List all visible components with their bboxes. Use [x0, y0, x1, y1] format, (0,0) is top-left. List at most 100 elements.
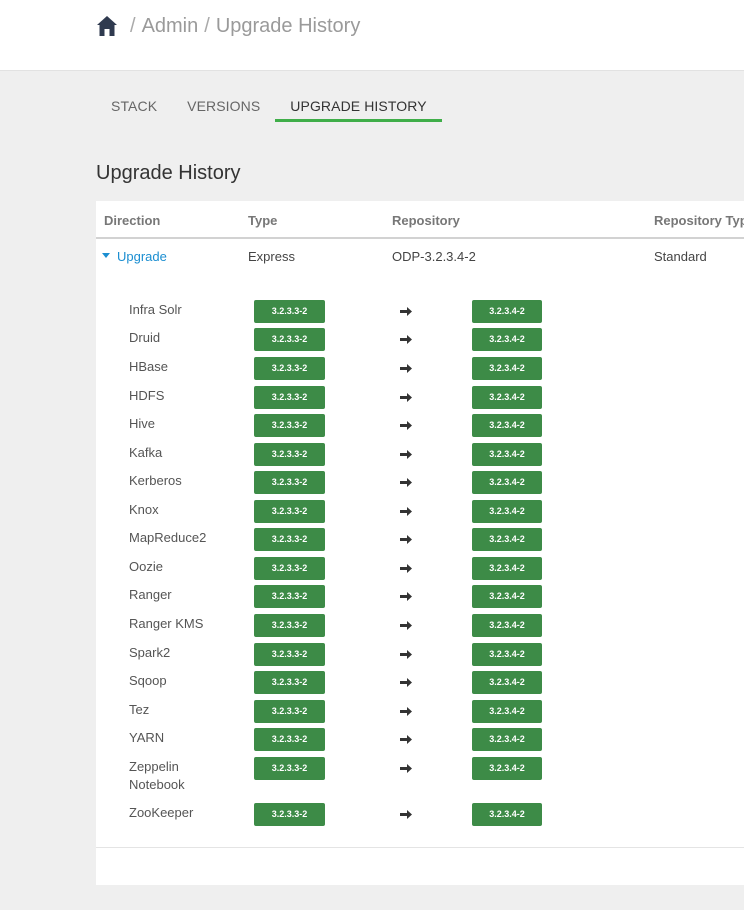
service-name: Sqoop — [129, 673, 167, 688]
to-version-badge: 3.2.3.4-2 — [472, 443, 542, 466]
arrow-right-icon — [400, 335, 412, 344]
from-version-badge: 3.2.3.3-2 — [254, 500, 325, 523]
service-name: Oozie — [129, 559, 163, 574]
from-version-badge: 3.2.3.3-2 — [254, 443, 325, 466]
list-item: Infra Solr 3.2.3.3-2 3.2.3.4-2 — [96, 300, 744, 324]
list-item: Kerberos 3.2.3.3-2 3.2.3.4-2 — [96, 471, 744, 495]
header-direction: Direction — [104, 213, 161, 228]
from-version-badge: 3.2.3.3-2 — [254, 300, 325, 323]
arrow-right-icon — [400, 735, 412, 744]
to-version-badge: 3.2.3.4-2 — [472, 614, 542, 637]
service-name: Kerberos — [129, 473, 182, 488]
arrow-right-icon — [400, 592, 412, 601]
list-item: Kafka 3.2.3.3-2 3.2.3.4-2 — [96, 443, 744, 467]
table-header: Direction Type Repository Repository Typ… — [96, 201, 744, 239]
list-item: Knox 3.2.3.3-2 3.2.3.4-2 — [96, 500, 744, 524]
from-version-badge: 3.2.3.3-2 — [254, 614, 325, 637]
header-repository: Repository — [392, 213, 460, 228]
to-version-badge: 3.2.3.4-2 — [472, 671, 542, 694]
service-name: ZooKeeper — [129, 805, 194, 820]
service-name: HDFS — [129, 388, 165, 403]
divider — [96, 847, 744, 848]
from-version-badge: 3.2.3.3-2 — [254, 414, 325, 437]
service-name: MapReduce2 — [129, 530, 207, 545]
list-item: HBase 3.2.3.3-2 3.2.3.4-2 — [96, 357, 744, 381]
to-version-badge: 3.2.3.4-2 — [472, 386, 542, 409]
service-name: Infra Solr — [129, 302, 182, 317]
list-item: MapReduce2 3.2.3.3-2 3.2.3.4-2 — [96, 528, 744, 552]
from-version-badge: 3.2.3.3-2 — [254, 328, 325, 351]
list-item: ZooKeeper 3.2.3.3-2 3.2.3.4-2 — [96, 803, 744, 827]
to-version-badge: 3.2.3.4-2 — [472, 300, 542, 323]
header-type: Type — [248, 213, 278, 228]
breadcrumb: / Admin / Upgrade History — [96, 12, 360, 40]
admin-tabs: STACK VERSIONS UPGRADE HISTORY — [96, 90, 442, 122]
to-version-badge: 3.2.3.4-2 — [472, 643, 542, 666]
breadcrumb-admin[interactable]: Admin — [142, 15, 199, 38]
tab-upgrade-history[interactable]: UPGRADE HISTORY — [275, 90, 442, 122]
list-item: Spark2 3.2.3.3-2 3.2.3.4-2 — [96, 643, 744, 667]
service-name: Spark2 — [129, 645, 171, 660]
arrow-right-icon — [400, 707, 412, 716]
header-repository-type: Repository Type — [654, 213, 744, 228]
repository-type: Standard — [654, 249, 707, 264]
to-version-badge: 3.2.3.4-2 — [472, 700, 542, 723]
service-name: Tez — [129, 702, 150, 717]
service-name: YARN — [129, 730, 165, 745]
from-version-badge: 3.2.3.3-2 — [254, 671, 325, 694]
from-version-badge: 3.2.3.3-2 — [254, 643, 325, 666]
service-name: Ranger — [129, 587, 172, 602]
from-version-badge: 3.2.3.3-2 — [254, 357, 325, 380]
service-name: HBase — [129, 359, 169, 374]
arrow-right-icon — [400, 564, 412, 573]
list-item: Hive 3.2.3.3-2 3.2.3.4-2 — [96, 414, 744, 438]
from-version-badge: 3.2.3.3-2 — [254, 528, 325, 551]
service-name: Hive — [129, 416, 156, 431]
arrow-right-icon — [400, 393, 412, 402]
from-version-badge: 3.2.3.3-2 — [254, 757, 325, 780]
arrow-right-icon — [400, 478, 412, 487]
breadcrumb-separator: / — [204, 14, 210, 37]
from-version-badge: 3.2.3.3-2 — [254, 728, 325, 751]
to-version-badge: 3.2.3.4-2 — [472, 414, 542, 437]
upgrade-history-table: Direction Type Repository Repository Typ… — [96, 201, 744, 885]
home-icon[interactable] — [96, 15, 118, 37]
arrow-right-icon — [400, 364, 412, 373]
top-bar: / Admin / Upgrade History — [0, 0, 744, 71]
repository-name: ODP-3.2.3.4-2 — [392, 249, 476, 264]
tab-stack[interactable]: STACK — [96, 90, 172, 122]
arrow-right-icon — [400, 307, 412, 316]
service-name: Knox — [129, 502, 159, 517]
page-title: Upgrade History — [96, 162, 241, 184]
arrow-right-icon — [400, 450, 412, 459]
list-item: Druid 3.2.3.3-2 3.2.3.4-2 — [96, 328, 744, 352]
to-version-badge: 3.2.3.4-2 — [472, 528, 542, 551]
to-version-badge: 3.2.3.4-2 — [472, 471, 542, 494]
list-item: HDFS 3.2.3.3-2 3.2.3.4-2 — [96, 386, 744, 410]
from-version-badge: 3.2.3.3-2 — [254, 585, 325, 608]
arrow-right-icon — [400, 507, 412, 516]
to-version-badge: 3.2.3.4-2 — [472, 728, 542, 751]
direction-link[interactable]: Upgrade — [117, 249, 167, 264]
list-item: Zeppelin Notebook 3.2.3.3-2 3.2.3.4-2 — [96, 757, 744, 792]
tab-versions[interactable]: VERSIONS — [172, 90, 275, 122]
to-version-badge: 3.2.3.4-2 — [472, 500, 542, 523]
list-item: Oozie 3.2.3.3-2 3.2.3.4-2 — [96, 557, 744, 581]
service-name: Druid — [129, 330, 161, 345]
from-version-badge: 3.2.3.3-2 — [254, 386, 325, 409]
to-version-badge: 3.2.3.4-2 — [472, 328, 542, 351]
upgrade-type: Express — [248, 249, 295, 264]
caret-down-icon[interactable] — [102, 253, 110, 258]
from-version-badge: 3.2.3.3-2 — [254, 700, 325, 723]
to-version-badge: 3.2.3.4-2 — [472, 357, 542, 380]
service-name: Zeppelin Notebook — [129, 759, 185, 792]
from-version-badge: 3.2.3.3-2 — [254, 803, 325, 826]
arrow-right-icon — [400, 810, 412, 819]
list-item: YARN 3.2.3.3-2 3.2.3.4-2 — [96, 728, 744, 752]
arrow-right-icon — [400, 678, 412, 687]
breadcrumb-separator: / — [130, 14, 136, 37]
list-item: Sqoop 3.2.3.3-2 3.2.3.4-2 — [96, 671, 744, 695]
arrow-right-icon — [400, 535, 412, 544]
to-version-badge: 3.2.3.4-2 — [472, 585, 542, 608]
arrow-right-icon — [400, 764, 412, 773]
